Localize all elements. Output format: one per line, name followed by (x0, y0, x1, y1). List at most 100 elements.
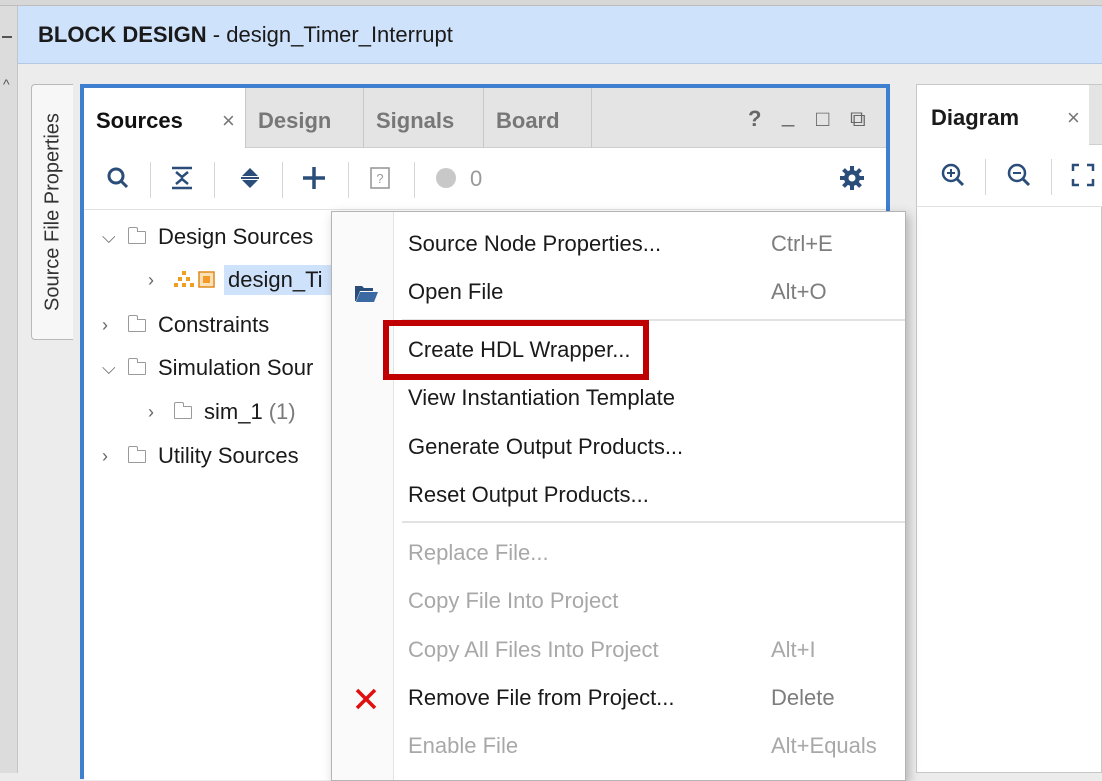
settings-gear-icon[interactable] (836, 162, 868, 194)
tab-diagram-label: Diagram (931, 105, 1020, 130)
diagram-tab-bar: Diagram × (917, 85, 1102, 146)
folder-icon (127, 226, 146, 244)
toolbar-separator (282, 162, 283, 198)
svg-text:?: ? (376, 171, 383, 186)
remove-red-x-icon (352, 685, 380, 713)
menu-item-label: Copy File Into Project (408, 588, 619, 613)
folder-icon (127, 314, 146, 332)
tree-node-utility-sources[interactable]: › Utility Sources (102, 436, 299, 476)
chevron-down-icon[interactable]: ⌵ (102, 227, 122, 248)
toolbar-separator (1051, 159, 1052, 195)
menu-item-label: Reset Output Products... (408, 482, 649, 507)
maximize-icon[interactable]: □ (816, 106, 829, 132)
chevron-right-icon[interactable]: › (148, 270, 168, 291)
menu-item-open-file[interactable]: Open File Alt+O (332, 269, 905, 315)
menu-item-label: Source Node Properties... (408, 231, 662, 256)
block-design-icon (174, 269, 218, 291)
expand-all-icon[interactable] (234, 162, 266, 194)
menu-item-label: Generate Output Products... (408, 434, 684, 459)
diagram-toolbar (917, 145, 1102, 207)
context-menu: Source Node Properties... Ctrl+E Open Fi… (331, 211, 906, 781)
toolbar-separator (348, 162, 349, 198)
tree-node-count: (1) (268, 399, 296, 424)
tree-node-label: sim_1 (204, 399, 263, 424)
block-design-header: BLOCK DESIGN - design_Timer_Interrupt (18, 6, 1102, 64)
folder-icon (173, 401, 192, 419)
menu-item-shortcut: Delete (771, 685, 835, 710)
menu-item-label: Copy All Files Into Project (408, 637, 659, 662)
chevron-down-icon[interactable]: ⌵ (102, 358, 122, 379)
zoom-out-icon[interactable] (1003, 159, 1035, 191)
menu-item-shortcut: Alt+Equals (771, 733, 877, 758)
float-icon[interactable]: ⧉ (850, 106, 866, 132)
menu-item-enable-file: Enable File Alt+Equals (332, 723, 905, 769)
menu-separator (402, 521, 905, 523)
tab-signals[interactable]: Signals (364, 88, 484, 148)
chevron-right-icon[interactable]: › (102, 446, 122, 467)
diagram-panel: Diagram × (916, 84, 1102, 773)
header-title: BLOCK DESIGN (38, 22, 207, 47)
header-separator: - (206, 22, 227, 47)
menu-item-replace-file: Replace File... (332, 530, 905, 576)
tab-sources[interactable]: Sources × (84, 88, 246, 149)
folder-icon (127, 357, 146, 375)
tree-node-sim-1[interactable]: › sim_1 (1) (148, 392, 296, 432)
search-icon[interactable] (102, 162, 134, 194)
menu-item-view-instantiation-template[interactable]: View Instantiation Template (332, 375, 905, 421)
side-tab-label: Source File Properties (41, 113, 63, 311)
menu-item-reset-output-products[interactable]: Reset Output Products... (332, 472, 905, 518)
menu-item-source-node-properties[interactable]: Source Node Properties... Ctrl+E (332, 221, 905, 267)
toolbar-separator (150, 162, 151, 198)
menu-item-shortcut: Ctrl+E (771, 231, 833, 256)
tree-node-design-file[interactable]: › design_Ti (148, 260, 333, 300)
menu-item-generate-output-products[interactable]: Generate Output Products... (332, 424, 905, 470)
tab-design[interactable]: Design (246, 88, 364, 148)
close-icon[interactable]: × (1067, 105, 1080, 131)
chevron-right-icon[interactable]: › (148, 402, 168, 423)
folder-open-icon (352, 279, 380, 307)
chevron-up-icon[interactable]: ^ (3, 76, 10, 92)
menu-item-shortcut: Alt+I (771, 637, 816, 662)
menu-item-label: Enable File (408, 733, 519, 758)
close-icon[interactable]: × (222, 108, 235, 134)
menu-item-shortcut: Alt+O (771, 279, 827, 304)
help-icon[interactable]: ? (748, 106, 761, 132)
tree-node-label: design_Ti (224, 265, 333, 295)
gutter-minimize-mark[interactable] (2, 36, 12, 38)
tab-sources-label: Sources (96, 108, 183, 133)
tree-node-label: Constraints (158, 312, 270, 337)
toolbar-separator (414, 162, 415, 198)
left-gutter: ^ (0, 6, 18, 773)
collapse-all-icon[interactable] (166, 162, 198, 194)
header-design-name: design_Timer_Interrupt (226, 22, 453, 47)
tree-node-label: Utility Sources (158, 443, 299, 468)
status-dot-icon (430, 162, 462, 194)
fit-view-icon[interactable] (1067, 159, 1099, 191)
zoom-in-icon[interactable] (937, 159, 969, 191)
menu-item-label: Remove File from Project... (408, 685, 675, 710)
tree-node-constraints[interactable]: › Constraints (102, 305, 269, 345)
tab-diagram[interactable]: Diagram × (917, 85, 1089, 146)
unknown-status-icon[interactable]: ? (364, 162, 396, 194)
status-count: 0 (470, 166, 483, 191)
menu-item-copy-file-into-project: Copy File Into Project (332, 578, 905, 624)
sources-toolbar: ? 0 (84, 148, 886, 210)
menu-item-remove-file-from-project[interactable]: Remove File from Project... Delete (332, 675, 905, 721)
tree-node-simulation-sources[interactable]: ⌵ Simulation Sour (102, 348, 313, 388)
source-file-properties-tab[interactable]: Source File Properties (31, 84, 73, 340)
toolbar-separator (985, 159, 986, 195)
add-sources-icon[interactable] (298, 162, 330, 194)
tab-board-label: Board (496, 108, 560, 133)
menu-item-label: View Instantiation Template (408, 385, 676, 410)
minimize-icon[interactable]: _ (782, 102, 794, 128)
menu-item-label: Replace File... (408, 540, 549, 565)
tree-node-label: Design Sources (158, 224, 314, 249)
folder-icon (127, 445, 146, 463)
tab-board[interactable]: Board (484, 88, 592, 148)
menu-item-label: Open File (408, 279, 504, 304)
tree-node-design-sources[interactable]: ⌵ Design Sources (102, 217, 313, 257)
toolbar-separator (214, 162, 215, 198)
chevron-right-icon[interactable]: › (102, 315, 122, 336)
tree-node-label: Simulation Sour (158, 355, 314, 380)
tab-design-label: Design (258, 108, 332, 133)
